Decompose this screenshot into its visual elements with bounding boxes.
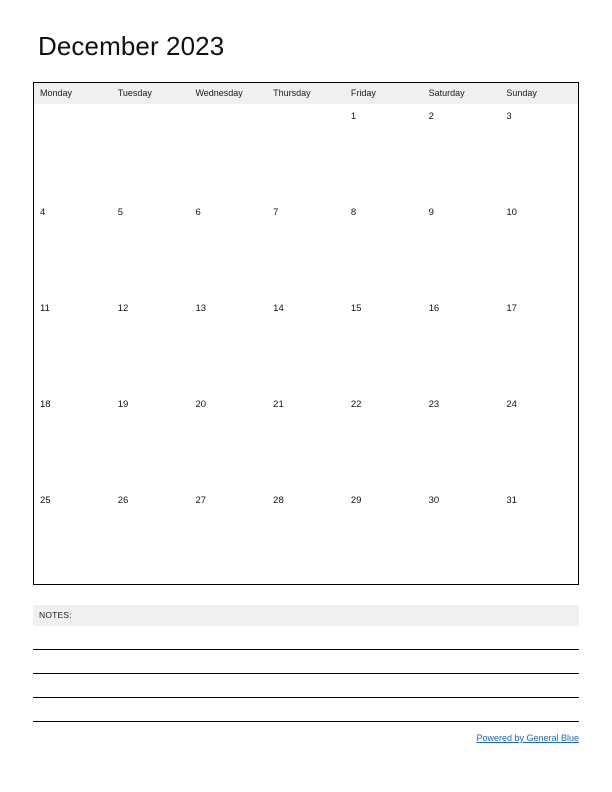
day-number: 7 <box>273 207 279 218</box>
day-number: 3 <box>506 111 512 122</box>
notes-line[interactable] <box>33 674 579 698</box>
day-cell[interactable]: 8 <box>345 200 423 296</box>
notes-header-band: NOTES: <box>33 605 579 626</box>
day-cell[interactable]: 31 <box>500 488 578 584</box>
day-number: 21 <box>273 399 284 410</box>
weekday-label: Monday <box>40 88 73 98</box>
weekday-label: Saturday <box>428 88 465 98</box>
week-row: 25 26 27 28 29 30 31 <box>34 488 578 584</box>
day-cell[interactable]: 10 <box>500 200 578 296</box>
day-cell[interactable]: 12 <box>112 296 190 392</box>
weekday-header-saturday: Saturday <box>423 83 501 104</box>
weekday-label: Friday <box>350 88 376 98</box>
day-cell[interactable]: 26 <box>112 488 190 584</box>
weekday-label: Sunday <box>506 88 537 98</box>
day-number: 4 <box>40 207 46 218</box>
day-cell[interactable] <box>189 104 267 200</box>
weekday-header-wednesday: Wednesday <box>189 83 267 104</box>
day-cell[interactable] <box>34 104 112 200</box>
day-cell[interactable]: 9 <box>423 200 501 296</box>
week-row: 11 12 13 14 15 16 17 <box>34 296 578 392</box>
day-cell[interactable]: 17 <box>500 296 578 392</box>
day-cell[interactable]: 1 <box>345 104 423 200</box>
weekday-header-monday: Monday <box>34 83 112 104</box>
day-number: 25 <box>40 495 51 506</box>
day-number: 28 <box>273 495 284 506</box>
day-number: 13 <box>195 303 207 314</box>
calendar-weeks: 1 2 3 4 5 6 7 8 9 10 11 12 13 14 15 16 1… <box>34 104 578 584</box>
day-number: 27 <box>195 495 207 506</box>
day-cell[interactable]: 11 <box>34 296 112 392</box>
day-cell[interactable]: 19 <box>112 392 190 488</box>
day-cell[interactable]: 27 <box>189 488 267 584</box>
page-title: December 2023 <box>38 31 225 61</box>
calendar-grid: Monday Tuesday Wednesday Thursday Friday… <box>33 82 579 585</box>
week-row: 18 19 20 21 22 23 24 <box>34 392 578 488</box>
weekday-header-row: Monday Tuesday Wednesday Thursday Friday… <box>34 83 578 104</box>
day-number: 30 <box>428 495 440 506</box>
day-number: 18 <box>40 399 51 410</box>
day-number: 19 <box>117 399 129 410</box>
day-number: 31 <box>506 495 517 506</box>
powered-by-link[interactable]: Powered by General Blue <box>476 733 579 743</box>
day-cell[interactable]: 2 <box>423 104 501 200</box>
notes-line[interactable] <box>33 650 579 674</box>
notes-lines <box>33 626 579 722</box>
day-cell[interactable]: 24 <box>500 392 578 488</box>
day-cell[interactable]: 22 <box>345 392 423 488</box>
day-number: 22 <box>350 399 362 410</box>
day-cell[interactable]: 20 <box>189 392 267 488</box>
day-cell[interactable]: 29 <box>345 488 423 584</box>
day-cell[interactable]: 3 <box>500 104 578 200</box>
day-number: 10 <box>506 207 517 218</box>
day-number: 2 <box>428 111 434 122</box>
day-cell[interactable]: 18 <box>34 392 112 488</box>
day-cell[interactable]: 30 <box>423 488 501 584</box>
day-cell[interactable]: 4 <box>34 200 112 296</box>
day-cell[interactable]: 15 <box>345 296 423 392</box>
weekday-header-friday: Friday <box>345 83 423 104</box>
weekday-header-sunday: Sunday <box>500 83 578 104</box>
calendar-page: December 2023 Monday Tuesday Wednesday T… <box>0 0 612 792</box>
day-cell[interactable] <box>112 104 190 200</box>
day-number: 17 <box>506 303 517 314</box>
day-cell[interactable]: 7 <box>267 200 345 296</box>
notes-line[interactable] <box>33 626 579 650</box>
weekday-header-thursday: Thursday <box>267 83 345 104</box>
footer: Powered by General Blue <box>33 728 579 746</box>
notes-line[interactable] <box>33 698 579 722</box>
week-row: 4 5 6 7 8 9 10 <box>34 200 578 296</box>
day-cell[interactable]: 16 <box>423 296 501 392</box>
day-cell[interactable]: 13 <box>189 296 267 392</box>
day-number: 29 <box>350 495 362 506</box>
day-cell[interactable] <box>267 104 345 200</box>
week-row: 1 2 3 <box>34 104 578 200</box>
day-cell[interactable]: 25 <box>34 488 112 584</box>
day-number: 9 <box>428 207 434 218</box>
day-cell[interactable]: 6 <box>189 200 267 296</box>
day-number: 23 <box>428 399 440 410</box>
day-number: 14 <box>273 303 284 314</box>
day-number: 16 <box>428 303 440 314</box>
day-number: 11 <box>40 303 50 314</box>
day-number: 15 <box>350 303 362 314</box>
weekday-label: Thursday <box>273 88 311 98</box>
day-cell[interactable]: 21 <box>267 392 345 488</box>
day-number: 12 <box>117 303 129 314</box>
day-number: 8 <box>350 207 357 218</box>
day-cell[interactable]: 14 <box>267 296 345 392</box>
day-number: 1 <box>350 111 357 122</box>
day-number: 20 <box>195 399 207 410</box>
day-number: 6 <box>195 207 201 218</box>
weekday-header-tuesday: Tuesday <box>112 83 190 104</box>
day-number: 24 <box>506 399 517 410</box>
notes-label: NOTES: <box>39 610 72 620</box>
day-cell[interactable]: 28 <box>267 488 345 584</box>
weekday-label: Tuesday <box>117 88 152 98</box>
day-number: 26 <box>117 495 129 506</box>
day-cell[interactable]: 5 <box>112 200 190 296</box>
day-cell[interactable]: 23 <box>423 392 501 488</box>
weekday-label: Wednesday <box>195 88 243 98</box>
day-number: 5 <box>117 207 124 218</box>
